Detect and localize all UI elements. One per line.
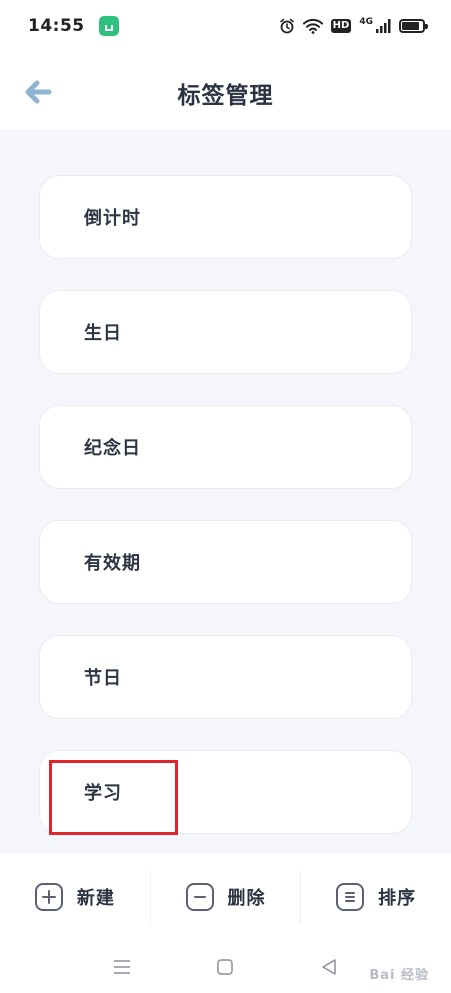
home-nav-button[interactable] — [205, 947, 245, 987]
bottom-action-bar: 新建 删除 排序 — [0, 853, 451, 941]
status-bar: 14:55 HD 4G — [0, 0, 451, 52]
tag-item-countdown[interactable]: 倒计时 — [39, 175, 412, 259]
tag-item-birthday[interactable]: 生日 — [39, 290, 412, 374]
signal-icon — [376, 19, 391, 33]
sort-tags-label: 排序 — [378, 888, 417, 909]
watermark: Bai 经验 — [369, 968, 429, 983]
hd-badge: HD — [330, 19, 352, 33]
network-type: 4G — [359, 16, 373, 27]
new-tag-label: 新建 — [76, 888, 115, 909]
tag-item-study[interactable]: 学习 — [39, 750, 412, 834]
delete-tag-label: 删除 — [227, 888, 266, 909]
title-bar: 标签管理 — [0, 52, 451, 130]
battery-icon — [399, 19, 428, 33]
alarm-icon — [279, 18, 294, 34]
menu-icon — [113, 960, 130, 974]
new-tag-button[interactable]: 新建 — [0, 871, 150, 923]
tag-item-expiry[interactable]: 有效期 — [39, 520, 412, 604]
minus-icon — [185, 883, 214, 911]
tag-label: 纪念日 — [84, 438, 141, 459]
tag-label: 学习 — [84, 783, 122, 804]
list-icon — [336, 883, 365, 911]
plus-icon — [34, 883, 63, 911]
tag-item-anniversary[interactable]: 纪念日 — [39, 405, 412, 489]
triangle-back-icon — [322, 959, 336, 975]
tag-label: 倒计时 — [84, 208, 141, 229]
tag-label: 有效期 — [84, 553, 141, 574]
wifi-icon — [302, 18, 323, 34]
tag-item-holiday[interactable]: 节日 — [39, 635, 412, 719]
app-badge-icon — [98, 16, 119, 36]
status-icons: HD 4G — [279, 16, 428, 34]
square-icon — [217, 959, 234, 975]
tag-label: 生日 — [84, 323, 122, 344]
tag-list: 倒计时 生日 纪念日 有效期 节日 学习 — [39, 175, 412, 865]
status-time: 14:55 — [28, 16, 85, 36]
page-title: 标签管理 — [177, 83, 274, 109]
tag-label: 节日 — [84, 668, 122, 689]
delete-tag-button[interactable]: 删除 — [149, 871, 301, 923]
sort-tags-button[interactable]: 排序 — [300, 871, 451, 923]
back-nav-button[interactable] — [309, 947, 349, 987]
menu-nav-button[interactable] — [102, 947, 142, 987]
